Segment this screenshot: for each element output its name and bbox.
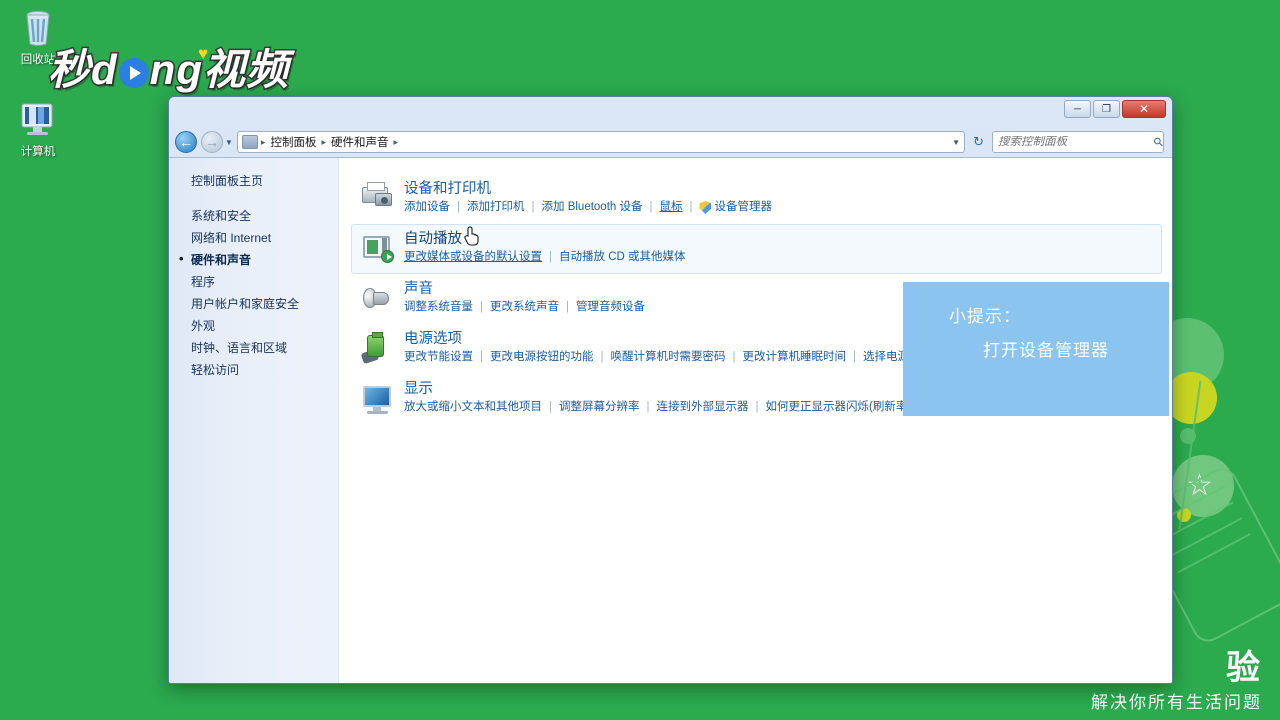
link-add-bluetooth-device[interactable]: 添加 Bluetooth 设备 (542, 200, 643, 215)
link-separator: | (689, 201, 693, 213)
deco-circle-star-bg (1172, 455, 1234, 517)
link-separator: | (566, 301, 569, 313)
category-links: 添加设备 | 添加打印机 | 添加 Bluetooth 设备 | 鼠标 | 设备… (404, 200, 1153, 215)
link-add-device[interactable]: 添加设备 (404, 200, 450, 215)
battery-power-icon (360, 331, 394, 365)
recent-pages-dropdown-icon[interactable]: ▼ (225, 138, 233, 147)
link-mouse[interactable]: 鼠标 (659, 200, 682, 215)
tooltip-overlay: 小提示： 打开设备管理器 (903, 282, 1169, 416)
maximize-button[interactable]: ❐ (1093, 100, 1120, 118)
breadcrumb-separator: ▸ (393, 136, 399, 147)
sidebar-item-appearance[interactable]: 外观 (169, 315, 338, 337)
heart-icon: ♥ (198, 44, 210, 63)
link-change-power-button[interactable]: 更改电源按钮的功能 (490, 350, 594, 365)
bottom-brand-text: 验 (1226, 649, 1262, 687)
brand-part-1: 秒 (46, 45, 92, 95)
address-bar[interactable]: ▸ 控制面板 ▸ 硬件和声音 ▸ ▼ (236, 131, 966, 153)
back-button[interactable]: ← (175, 131, 197, 153)
sidebar: 控制面板主页 系统和安全 网络和 Internet 硬件和声音 程序 用户帐户和… (169, 158, 339, 683)
close-button[interactable]: ✕ (1122, 100, 1166, 118)
category-title[interactable]: 自动播放 (404, 231, 1153, 248)
link-add-printer[interactable]: 添加打印机 (467, 200, 525, 215)
deco-dot-yellow (1177, 508, 1191, 522)
shield-icon (699, 201, 712, 214)
breadcrumb-separator: ▸ (260, 136, 266, 147)
sidebar-item-system-security[interactable]: 系统和安全 (169, 205, 338, 227)
breadcrumb-separator: ▸ (321, 136, 326, 147)
category-autoplay[interactable]: 自动播放 更改媒体或设备的默认设置 | 自动播放 CD 或其他媒体 (351, 224, 1162, 274)
breadcrumb-item-control-panel[interactable]: 控制面板 (268, 133, 318, 151)
star-icon: ☆ (1186, 469, 1213, 502)
link-adjust-resolution[interactable]: 调整屏幕分辨率 (559, 400, 640, 415)
link-change-power-saving[interactable]: 更改节能设置 (404, 350, 473, 365)
link-change-sleep-time[interactable]: 更改计算机睡眠时间 (743, 350, 847, 365)
link-separator: | (732, 351, 736, 363)
desktop-icon-label: 计算机 (20, 146, 56, 158)
sidebar-item-hardware-sound[interactable]: 硬件和声音 (169, 249, 338, 271)
deco-connector-line (1178, 380, 1202, 530)
navigation-bar: ← → ▼ ▸ 控制面板 ▸ 硬件和声音 ▸ ▼ ↻ ⚲ (169, 127, 1172, 157)
brand-part-3: ng (148, 45, 203, 95)
link-separator: | (531, 201, 535, 213)
printer-camera-icon (360, 181, 394, 215)
sidebar-item-ease-of-access[interactable]: 轻松访问 (169, 359, 338, 381)
link-separator: | (755, 401, 759, 413)
window-controls: ─ ❐ ✕ (1064, 100, 1166, 118)
sidebar-item-home[interactable]: 控制面板主页 (169, 172, 338, 189)
search-box[interactable]: ⚲ (992, 131, 1166, 153)
speaker-icon (360, 281, 394, 315)
link-separator: | (480, 351, 483, 363)
sidebar-item-user-accounts[interactable]: 用户帐户和家庭安全 (169, 293, 338, 315)
monitor-icon (360, 381, 394, 415)
category-links: 更改媒体或设备的默认设置 | 自动播放 CD 或其他媒体 (404, 250, 1153, 265)
minimize-button[interactable]: ─ (1064, 100, 1091, 118)
autoplay-icon (360, 231, 394, 265)
play-button-icon (118, 58, 149, 88)
tooltip-line-2: 打开设备管理器 (983, 341, 1109, 360)
link-adjust-volume[interactable]: 调整系统音量 (404, 300, 473, 315)
brand-part-4: 视频 (201, 45, 289, 95)
sidebar-item-programs[interactable]: 程序 (169, 271, 338, 293)
window-body: 控制面板主页 系统和安全 网络和 Internet 硬件和声音 程序 用户帐户和… (169, 157, 1172, 683)
link-connect-external-display[interactable]: 连接到外部显示器 (657, 400, 749, 415)
address-dropdown-icon[interactable]: ▼ (952, 138, 960, 147)
category-devices-printers[interactable]: 设备和打印机 添加设备 | 添加打印机 | 添加 Bluetooth 设备 | … (351, 174, 1162, 224)
sidebar-item-network-internet[interactable]: 网络和 Internet (169, 227, 338, 249)
brand-part-2: d (90, 45, 119, 95)
link-fix-flicker[interactable]: 如何更正显示器闪烁(刷新率) (766, 400, 912, 415)
link-manage-audio-devices[interactable]: 管理音频设备 (576, 300, 645, 315)
link-separator: | (600, 351, 604, 363)
link-separator: | (549, 401, 552, 413)
link-make-text-larger[interactable]: 放大或缩小文本和其他项目 (404, 400, 542, 415)
link-separator: | (457, 201, 460, 213)
sidebar-item-clock-language-region[interactable]: 时钟、语言和区域 (169, 337, 338, 359)
link-separator: | (549, 251, 552, 263)
desktop-icon-computer[interactable]: 计算机 (0, 98, 76, 159)
link-change-default-settings[interactable]: 更改媒体或设备的默认设置 (404, 250, 542, 265)
category-title[interactable]: 设备和打印机 (404, 181, 1153, 198)
refresh-button[interactable]: ↻ (969, 134, 988, 150)
link-separator: | (853, 351, 856, 363)
link-change-system-sounds[interactable]: 更改系统声音 (490, 300, 559, 315)
brand-watermark-logo: 秒d ng视频 ♥ (46, 36, 289, 97)
link-separator: | (649, 201, 653, 213)
bottom-tagline: 解决你所有生活问题 (1091, 693, 1262, 712)
forward-button[interactable]: → (201, 131, 223, 153)
window-titlebar[interactable]: ─ ❐ ✕ (169, 97, 1172, 127)
link-require-password-wake[interactable]: 唤醒计算机时需要密码 (611, 350, 726, 365)
search-input[interactable] (998, 136, 1154, 148)
control-panel-icon (241, 135, 258, 149)
deco-circle-small-green (1180, 428, 1196, 444)
tooltip-line-1: 小提示： (949, 307, 1021, 326)
link-device-manager[interactable]: 设备管理器 (714, 200, 772, 215)
breadcrumb-item-hardware-sound[interactable]: 硬件和声音 (329, 133, 391, 151)
computer-icon (0, 98, 76, 142)
link-separator: | (646, 401, 650, 413)
link-play-cd-media[interactable]: 自动播放 CD 或其他媒体 (559, 250, 686, 265)
link-separator: | (480, 301, 483, 313)
content-area: 设备和打印机 添加设备 | 添加打印机 | 添加 Bluetooth 设备 | … (339, 158, 1172, 683)
